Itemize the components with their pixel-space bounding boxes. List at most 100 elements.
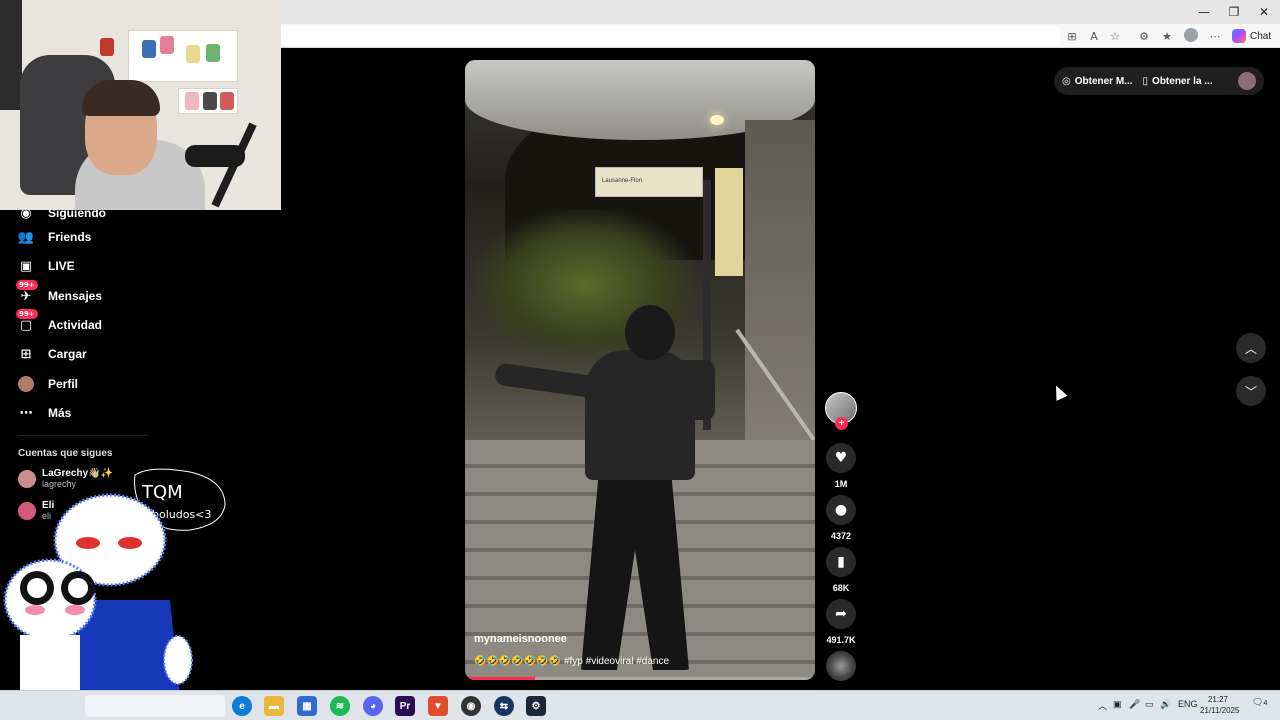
tiktok-sidebar: ◉ Siguiendo 👥 Friends ▣ LIVE ✈ 99+ Mensaj… (0, 206, 280, 690)
mouse-cursor (1050, 383, 1068, 401)
microphone-icon[interactable]: 🎤 (1129, 699, 1140, 710)
close-window-button[interactable]: ✕ (1248, 0, 1280, 24)
discord-icon[interactable]: ◕ (363, 696, 383, 716)
get-app-label: Obtener la ... (1152, 75, 1213, 87)
upload-icon: ⊞ (20, 346, 32, 362)
sign-text: Lausanne-Flon (602, 178, 643, 184)
messages-icon: ✈ 99+ (16, 280, 38, 304)
address-field[interactable] (280, 26, 1060, 46)
microphone (185, 145, 245, 167)
sidebar-item-label: Más (48, 406, 72, 420)
music-disc[interactable] (826, 651, 856, 681)
volume-icon[interactable]: 🔊 (1160, 699, 1171, 710)
like-count: 1M (834, 479, 848, 489)
save-button[interactable]: ▮ (826, 547, 856, 577)
sidebar-item-label: Actividad (48, 318, 103, 332)
store-icon[interactable]: ▦ (297, 696, 317, 716)
messages-badge: 99+ (16, 280, 38, 290)
clock-date: 21/11/2025 (1200, 706, 1240, 715)
save-count: 68K (832, 583, 850, 593)
screen: — ❐ ✕ ⊞ A ☆ ⚙ ★ ⋯ Chat ◉ Siguiendo 👥 Fri… (0, 0, 1280, 720)
following-section-title: Cuentas que sigues (18, 448, 113, 459)
tray-app-icon[interactable]: ▣ (1113, 699, 1122, 710)
heart-icon: ♥ (834, 450, 848, 466)
caption-hashtags[interactable]: #fyp #videoviral #dance (564, 656, 669, 667)
video-player[interactable]: Lausanne-Flon mynameisnoonee 🤣🤣🤣🤣🤣🤣🤣 #fy… (465, 60, 815, 680)
friends-icon: 👥 (17, 229, 35, 245)
account-name: LaGrechy👋🏼✨ (42, 468, 114, 479)
favorites-icon[interactable]: ★ (1159, 28, 1175, 44)
followed-account[interactable]: Eli eli (18, 500, 54, 521)
spotify-icon[interactable]: ≋ (330, 696, 350, 716)
sidebar-item-profile[interactable]: Perfil (18, 373, 78, 395)
sidebar-item-label: Friends (48, 230, 92, 244)
next-video-button[interactable]: ﹀ (1236, 376, 1266, 406)
get-coins-label: Obtener M... (1074, 75, 1133, 87)
coin-icon: ◎ (1062, 75, 1071, 87)
account-name: Eli (42, 500, 55, 511)
tray-chevron-icon[interactable]: ︿ (1098, 699, 1107, 712)
get-app-button[interactable]: ▯ Obtener la ... (1143, 76, 1213, 87)
video-caption: 🤣🤣🤣🤣🤣🤣🤣 #fyp #videoviral #dance (474, 656, 669, 667)
video-progress-fill (465, 677, 535, 680)
account-handle: lagrechy (42, 479, 77, 489)
sidebar-item-more[interactable]: ⋯ Más (18, 402, 72, 424)
activity-icon: ▢ 99+ (16, 309, 38, 333)
caption-emojis: 🤣🤣🤣🤣🤣🤣🤣 (474, 656, 562, 667)
sidebar-item-live[interactable]: ▣ LIVE (18, 255, 75, 277)
read-aloud-icon[interactable]: A (1086, 28, 1102, 44)
windows-taskbar: e ▬ ▦ ≋ ◕ Pr ▼ ◉ ⇆ ⚙ ︿ ▣ 🎤 ▭ 🔊 ENG 21:27… (0, 690, 1280, 720)
live-icon: ▣ (19, 258, 33, 274)
sidebar-item-upload[interactable]: ⊞ Cargar (18, 343, 87, 365)
comment-icon: ● (834, 502, 848, 518)
sidebar-item-label: Perfil (48, 377, 79, 391)
chevron-down-icon: ﹀ (1244, 384, 1257, 399)
sidebar-divider (18, 435, 148, 436)
sidebar-item-friends[interactable]: 👥 Friends (18, 226, 91, 248)
bookmark-icon: ▮ (837, 554, 845, 570)
notifications-icon[interactable]: 🗨4 (1252, 697, 1267, 708)
app-icon[interactable]: ⇆ (494, 696, 514, 716)
share-button[interactable]: ➦ (826, 599, 856, 629)
profile-icon (18, 376, 34, 392)
video-username[interactable]: mynameisnoonee (474, 633, 567, 645)
steam-icon[interactable]: ⚙ (526, 696, 546, 716)
previous-video-button[interactable]: ︿ (1236, 333, 1266, 363)
see-more-link[interactable]: más (64, 632, 83, 643)
system-clock[interactable]: 21:27 21/11/2025 (1200, 694, 1240, 716)
edge-icon[interactable]: e (232, 696, 252, 716)
network-icon[interactable]: ▭ (1145, 699, 1154, 710)
language-indicator[interactable]: ENG (1178, 699, 1198, 709)
user-avatar[interactable] (1238, 72, 1256, 90)
webcam-overlay (0, 0, 281, 210)
file-explorer-icon[interactable]: ▬ (264, 696, 284, 716)
brave-icon[interactable]: ▼ (428, 696, 448, 716)
split-screen-icon[interactable]: ⊞ (1064, 28, 1080, 44)
browser-profile-avatar[interactable] (1184, 28, 1198, 42)
sidebar-item-activity[interactable]: ▢ 99+ Actividad (16, 309, 103, 336)
like-button[interactable]: ♥ (826, 443, 856, 473)
taskbar-search[interactable] (85, 695, 225, 717)
get-coins-button[interactable]: ◎ Obtener M... (1062, 76, 1133, 87)
minimize-button[interactable]: — (1188, 0, 1220, 24)
favorite-star-icon[interactable]: ☆ (1107, 28, 1123, 44)
comment-count: 4372 (830, 531, 852, 541)
obs-icon[interactable]: ◉ (461, 696, 481, 716)
share-icon: ➦ (835, 606, 847, 622)
video-progress-bar[interactable] (465, 677, 815, 680)
avatar (18, 469, 36, 488)
clock-time: 21:27 (1207, 695, 1229, 704)
extensions-icon[interactable]: ⚙ (1136, 28, 1152, 44)
sidebar-item-messages[interactable]: ✈ 99+ Mensajes (16, 280, 102, 307)
top-right-actions: ◎ Obtener M... ▯ Obtener la ... (1054, 67, 1264, 95)
maximize-button[interactable]: ❐ (1218, 0, 1250, 24)
followed-account[interactable]: LaGrechy👋🏼✨ lagrechy (18, 468, 113, 489)
chat-label: Chat (1250, 30, 1272, 42)
follow-plus-icon[interactable]: + (835, 417, 848, 430)
share-count: 491.7K (826, 635, 856, 645)
copilot-chat-button[interactable]: Chat (1232, 27, 1271, 45)
comment-button[interactable]: ● (826, 495, 856, 525)
more-options-icon[interactable]: ⋯ (1207, 28, 1223, 44)
avatar (18, 501, 36, 520)
premiere-icon[interactable]: Pr (395, 696, 415, 716)
